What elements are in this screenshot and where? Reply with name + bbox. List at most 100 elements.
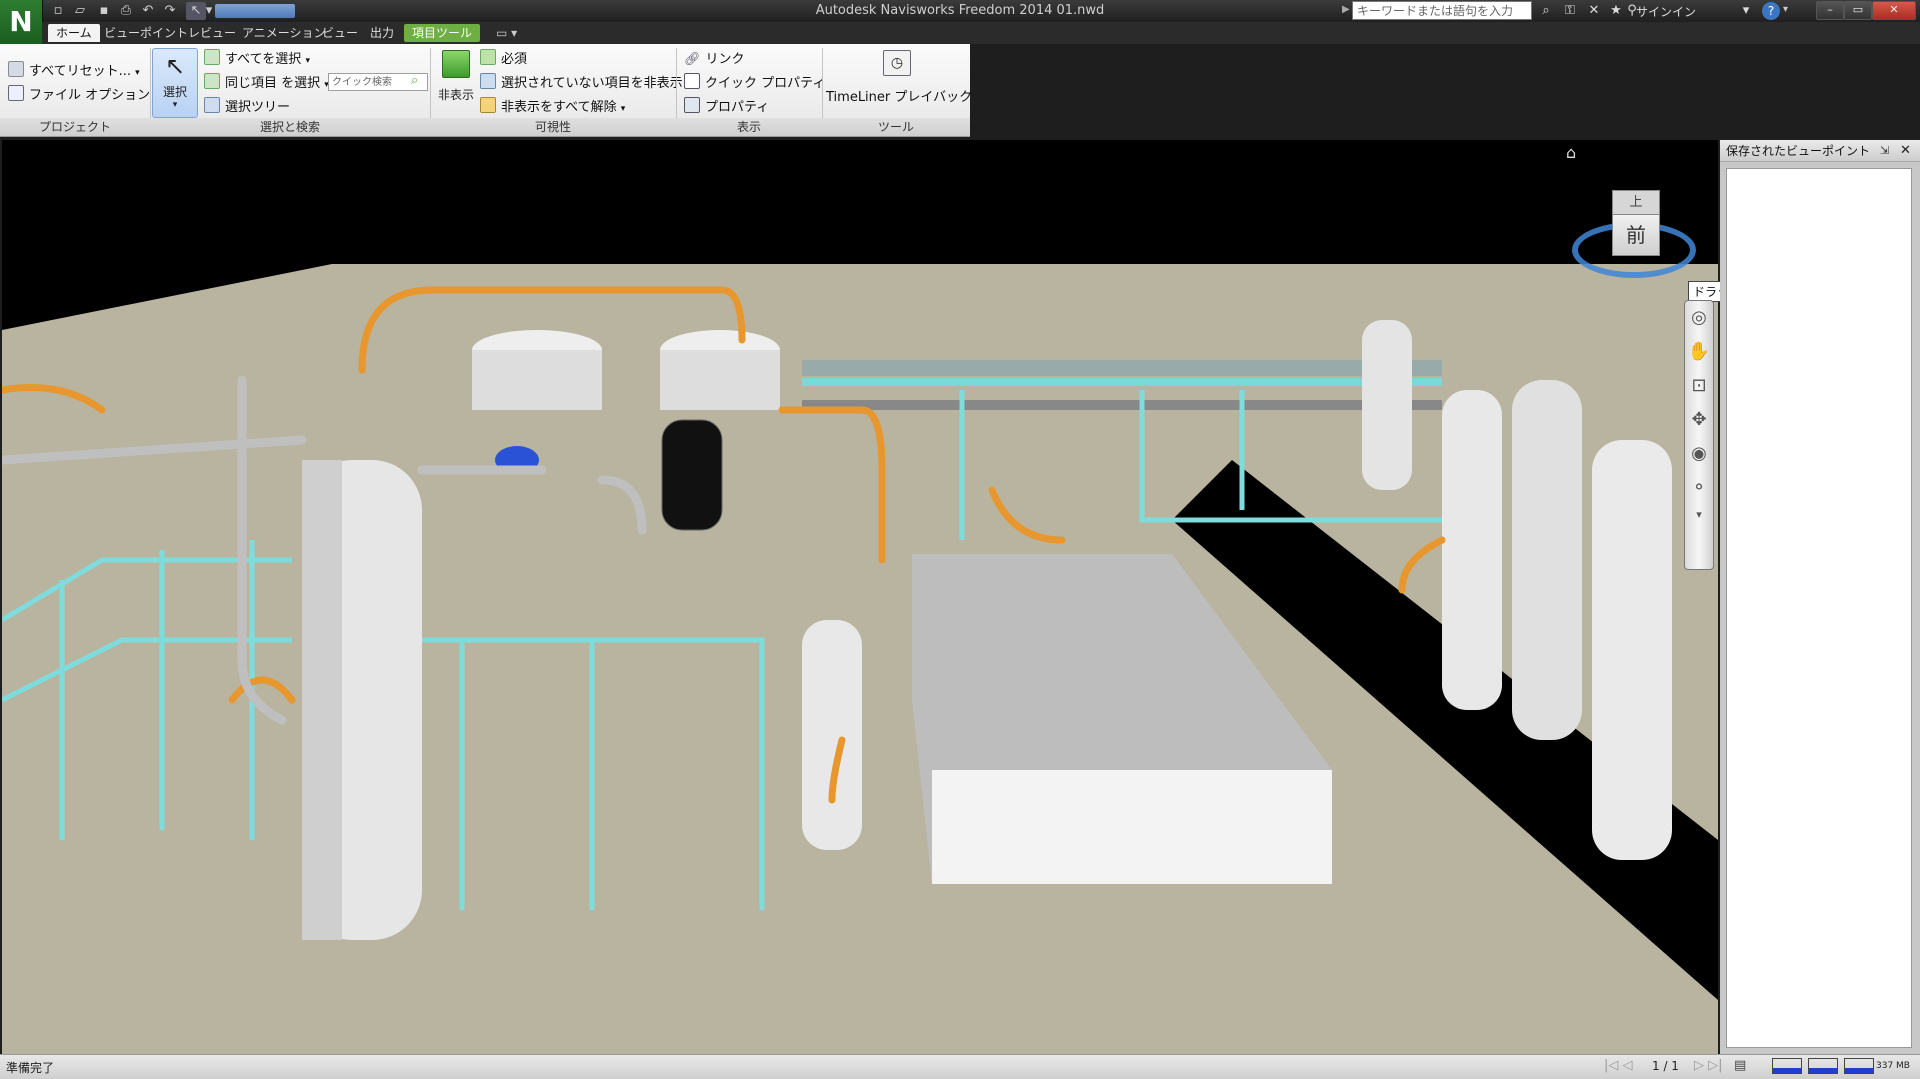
hide-unselected-label: 選択されていない項目を非表示 xyxy=(501,76,683,91)
search-icon[interactable]: ⌕ xyxy=(411,73,418,88)
select-label: 選択 xyxy=(162,85,187,99)
binoculars-icon[interactable]: ⌕ xyxy=(1536,2,1556,20)
pan-hand-icon[interactable]: ✋ xyxy=(1685,335,1713,369)
pipe-rack-upper xyxy=(802,360,1442,376)
satellite-icon[interactable]: ✕ xyxy=(1584,2,1604,20)
properties-button[interactable]: プロパティ xyxy=(684,96,769,115)
search-expand-icon[interactable]: ▶ xyxy=(1342,4,1350,15)
sheet-browser-icon[interactable]: ▤ xyxy=(1734,1058,1746,1073)
restore-button[interactable]: ▭ xyxy=(1844,1,1872,20)
timeliner-label: TimeLiner プレイバック xyxy=(826,90,973,105)
storage-tank-2-body xyxy=(660,350,780,410)
pipe-rack-beam xyxy=(802,378,1442,386)
navbar-options-icon[interactable]: ▾ xyxy=(1685,505,1713,525)
navigation-bar: ◎ ✋ ⊡ ✥ ◉ ⚬ ▾ xyxy=(1684,300,1714,570)
storage-tank-1-body xyxy=(472,350,602,410)
hide-button[interactable]: 非表示 xyxy=(436,48,476,116)
plant-model-scene: ⌂ xyxy=(2,143,1718,1054)
file-options-label: ファイル オプション xyxy=(29,88,151,103)
vessel-far-right xyxy=(1362,320,1412,490)
tab-view[interactable]: ビュー xyxy=(314,24,366,42)
column-shade xyxy=(302,460,342,940)
close-button[interactable]: ✕ xyxy=(1872,1,1916,20)
panel-title-project: プロジェクト xyxy=(0,118,150,136)
ribbon-empty-area xyxy=(970,44,1920,136)
look-around-icon[interactable]: ◉ xyxy=(1685,437,1713,471)
required-button[interactable]: 必須 xyxy=(480,48,527,67)
select-same-icon xyxy=(204,73,220,89)
reset-icon xyxy=(8,61,24,77)
next-page-icon[interactable]: ▷ ▷| xyxy=(1694,1058,1723,1073)
home-icon[interactable]: ⌂ xyxy=(1566,143,1576,162)
select-all-button[interactable]: すべてを選択 ▾ xyxy=(204,48,310,67)
required-icon xyxy=(480,49,496,65)
select-button[interactable]: ↖ 選択 ▾ xyxy=(152,48,198,118)
reset-all-button[interactable]: すべてリセット... ▾ xyxy=(8,60,140,79)
link-icon: 🔗︎ xyxy=(684,52,701,67)
signin-button[interactable]: サインイン xyxy=(1636,3,1696,20)
file-options-icon xyxy=(8,85,24,101)
select-all-icon xyxy=(204,49,220,65)
first-page-icon[interactable]: |◁ ◁ xyxy=(1604,1058,1633,1073)
star-icon[interactable]: ★ xyxy=(1606,2,1626,20)
search-input[interactable]: キーワードまたは語句を入力 xyxy=(1352,1,1532,20)
viewcube-front-face[interactable]: 前 xyxy=(1612,214,1660,256)
properties-icon xyxy=(684,97,700,113)
timeliner-playback-button[interactable]: ◷ TimeLiner プレイバック xyxy=(826,48,973,116)
panel-title-visibility: 可視性 xyxy=(430,118,676,136)
pencil-progress-icon xyxy=(1772,1058,1802,1074)
disk-progress-icon xyxy=(1808,1058,1838,1074)
quick-properties-icon xyxy=(684,73,700,89)
web-server-progress-icon xyxy=(1844,1058,1874,1074)
pin-icon[interactable]: ⇲ xyxy=(1880,144,1889,157)
status-message: 準備完了 xyxy=(6,1061,55,1075)
3d-viewport[interactable]: ⌂ xyxy=(2,140,1718,1054)
hide-label: 非表示 xyxy=(437,88,474,102)
tree-icon xyxy=(204,97,220,113)
unhide-all-label: 非表示をすべて解除 xyxy=(501,100,617,115)
key-icon[interactable]: ⚿ xyxy=(1560,2,1580,20)
saved-viewpoints-title: 保存されたビューポイント xyxy=(1720,140,1920,162)
quick-properties-button[interactable]: クイック プロパティ xyxy=(684,72,825,91)
minimize-button[interactable]: – xyxy=(1816,1,1844,20)
properties-label: プロパティ xyxy=(705,100,770,115)
select-same-button[interactable]: 同じ項目 を選択 ▾ xyxy=(204,72,329,91)
unhide-all-icon xyxy=(480,97,496,113)
close-panel-icon[interactable]: ✕ xyxy=(1900,143,1911,158)
file-options-button[interactable]: ファイル オプション xyxy=(8,84,150,103)
chevron-down-icon: ▾ xyxy=(135,68,140,78)
orbit-icon[interactable]: ✥ xyxy=(1685,403,1713,437)
viewcube-top-face[interactable]: 上 xyxy=(1612,190,1660,216)
zoom-window-icon[interactable]: ⊡ xyxy=(1685,369,1713,403)
signin-dropdown-icon[interactable]: ▾ xyxy=(1736,2,1756,20)
links-button[interactable]: 🔗︎ リンク xyxy=(684,48,745,67)
panel-title-display: 表示 xyxy=(676,118,822,136)
chevron-down-icon: ▾ xyxy=(305,56,310,66)
vessel-right-1 xyxy=(1442,390,1502,710)
hide-unselected-button[interactable]: 選択されていない項目を非表示 xyxy=(480,72,683,91)
tab-output[interactable]: 出力 xyxy=(362,24,402,42)
cursor-arrow-icon: ↖ xyxy=(164,52,186,80)
quick-properties-label: クイック プロパティ xyxy=(705,76,826,91)
required-label: 必須 xyxy=(501,52,528,67)
walk-icon[interactable]: ⚬ xyxy=(1685,471,1713,505)
help-button[interactable]: ? xyxy=(1762,2,1780,20)
steering-wheel-icon[interactable]: ◎ xyxy=(1685,301,1713,335)
chevron-down-icon: ▾ xyxy=(172,100,178,110)
tab-home[interactable]: ホーム xyxy=(48,24,100,42)
hide-unselected-icon xyxy=(480,73,496,89)
selection-tree-button[interactable]: 選択ツリー xyxy=(204,96,290,115)
tab-item-tools[interactable]: 項目ツール xyxy=(404,24,481,42)
chevron-down-icon: ▾ xyxy=(620,104,626,114)
page-indicator: 1 / 1 xyxy=(1652,1059,1679,1073)
black-vessel xyxy=(661,419,723,531)
vessel-right-3 xyxy=(1592,440,1672,860)
unhide-all-button[interactable]: 非表示をすべて解除 ▾ xyxy=(480,96,625,115)
building-block-front xyxy=(932,770,1332,884)
ribbon-options-icon[interactable]: ▭ ▾ xyxy=(496,26,517,40)
pipe-rack-lower xyxy=(802,400,1442,410)
help-dropdown-icon[interactable]: ▾ xyxy=(1783,4,1788,15)
saved-viewpoints-list[interactable] xyxy=(1726,168,1912,1048)
select-all-label: すべてを選択 xyxy=(225,52,302,67)
links-label: リンク xyxy=(705,52,745,67)
